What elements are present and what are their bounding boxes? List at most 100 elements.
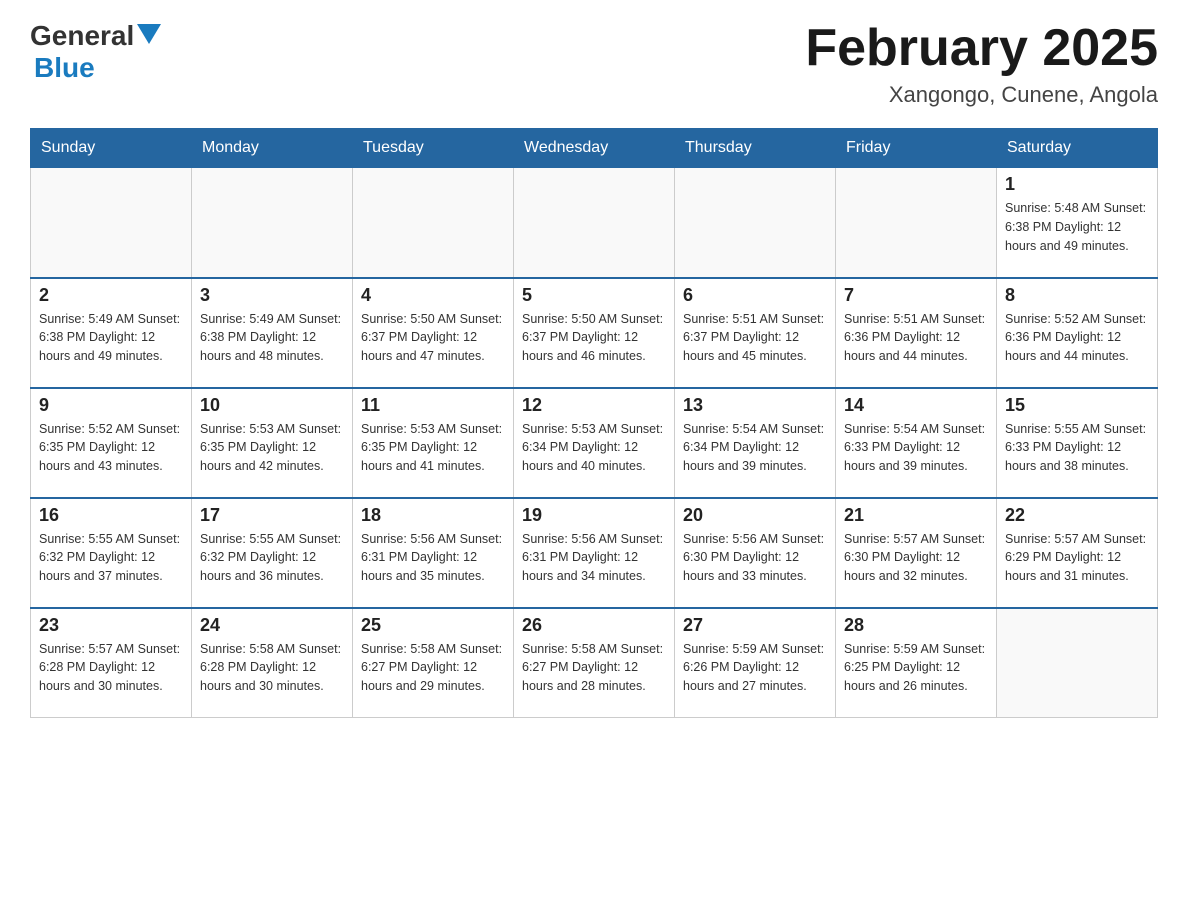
day-info: Sunrise: 5:58 AM Sunset: 6:27 PM Dayligh… xyxy=(361,640,505,696)
table-row: 6 Sunrise: 5:51 AM Sunset: 6:37 PM Daylig… xyxy=(675,278,836,388)
header-monday: Monday xyxy=(192,129,353,168)
table-row xyxy=(675,168,836,278)
header-saturday: Saturday xyxy=(997,129,1158,168)
table-row: 21Sunrise: 5:57 AM Sunset: 6:30 PM Dayli… xyxy=(836,498,997,608)
header-thursday: Thursday xyxy=(675,129,836,168)
day-info: Sunrise: 5:49 AM Sunset: 6:38 PM Dayligh… xyxy=(200,310,344,366)
day-info: Sunrise: 5:53 AM Sunset: 6:34 PM Dayligh… xyxy=(522,420,666,476)
table-row: 11 Sunrise: 5:53 AM Sunset: 6:35 PM Dayli… xyxy=(353,388,514,498)
day-info: Sunrise: 5:54 AM Sunset: 6:34 PM Dayligh… xyxy=(683,420,827,476)
day-info: Sunrise: 5:56 AM Sunset: 6:31 PM Dayligh… xyxy=(522,530,666,586)
day-info: Sunrise: 5:57 AM Sunset: 6:29 PM Dayligh… xyxy=(1005,530,1149,586)
day-info: Sunrise: 5:50 AM Sunset: 6:37 PM Dayligh… xyxy=(522,310,666,366)
day-number: 16 xyxy=(39,505,183,526)
table-row: 28 Sunrise: 5:59 AM Sunset: 6:25 PM Dayli… xyxy=(836,608,997,718)
day-info: Sunrise: 5:54 AM Sunset: 6:33 PM Dayligh… xyxy=(844,420,988,476)
logo: General Blue xyxy=(30,20,161,84)
logo-general-text: General xyxy=(30,20,134,52)
table-row xyxy=(997,608,1158,718)
day-info: Sunrise: 5:53 AM Sunset: 6:35 PM Dayligh… xyxy=(361,420,505,476)
table-row: 26 Sunrise: 5:58 AM Sunset: 6:27 PM Dayli… xyxy=(514,608,675,718)
table-row: 9Sunrise: 5:52 AM Sunset: 6:35 PM Daylig… xyxy=(31,388,192,498)
day-number: 5 xyxy=(522,285,666,306)
header-friday: Friday xyxy=(836,129,997,168)
day-info: Sunrise: 5:53 AM Sunset: 6:35 PM Dayligh… xyxy=(200,420,344,476)
day-number: 6 xyxy=(683,285,827,306)
table-row: 27Sunrise: 5:59 AM Sunset: 6:26 PM Dayli… xyxy=(675,608,836,718)
table-row: 25 Sunrise: 5:58 AM Sunset: 6:27 PM Dayli… xyxy=(353,608,514,718)
day-number: 26 xyxy=(522,615,666,636)
table-row: 17Sunrise: 5:55 AM Sunset: 6:32 PM Dayli… xyxy=(192,498,353,608)
table-row xyxy=(514,168,675,278)
table-row: 8 Sunrise: 5:52 AM Sunset: 6:36 PM Daylig… xyxy=(997,278,1158,388)
day-number: 18 xyxy=(361,505,505,526)
table-row: 4 Sunrise: 5:50 AM Sunset: 6:37 PM Daylig… xyxy=(353,278,514,388)
table-row: 5 Sunrise: 5:50 AM Sunset: 6:37 PM Daylig… xyxy=(514,278,675,388)
day-number: 1 xyxy=(1005,174,1149,195)
location-subtitle: Xangongo, Cunene, Angola xyxy=(805,82,1158,108)
day-info: Sunrise: 5:58 AM Sunset: 6:28 PM Dayligh… xyxy=(200,640,344,696)
day-number: 23 xyxy=(39,615,183,636)
header-sunday: Sunday xyxy=(31,129,192,168)
day-info: Sunrise: 5:57 AM Sunset: 6:30 PM Dayligh… xyxy=(844,530,988,586)
day-info: Sunrise: 5:55 AM Sunset: 6:33 PM Dayligh… xyxy=(1005,420,1149,476)
calendar-week-row: 23Sunrise: 5:57 AM Sunset: 6:28 PM Dayli… xyxy=(31,608,1158,718)
table-row: 24Sunrise: 5:58 AM Sunset: 6:28 PM Dayli… xyxy=(192,608,353,718)
day-info: Sunrise: 5:55 AM Sunset: 6:32 PM Dayligh… xyxy=(39,530,183,586)
day-number: 22 xyxy=(1005,505,1149,526)
day-number: 28 xyxy=(844,615,988,636)
day-number: 2 xyxy=(39,285,183,306)
calendar-table: Sunday Monday Tuesday Wednesday Thursday… xyxy=(30,128,1158,718)
table-row: 7Sunrise: 5:51 AM Sunset: 6:36 PM Daylig… xyxy=(836,278,997,388)
day-info: Sunrise: 5:55 AM Sunset: 6:32 PM Dayligh… xyxy=(200,530,344,586)
day-info: Sunrise: 5:51 AM Sunset: 6:37 PM Dayligh… xyxy=(683,310,827,366)
table-row: 16 Sunrise: 5:55 AM Sunset: 6:32 PM Dayli… xyxy=(31,498,192,608)
table-row: 10 Sunrise: 5:53 AM Sunset: 6:35 PM Dayli… xyxy=(192,388,353,498)
day-number: 11 xyxy=(361,395,505,416)
calendar-week-row: 9Sunrise: 5:52 AM Sunset: 6:35 PM Daylig… xyxy=(31,388,1158,498)
day-number: 4 xyxy=(361,285,505,306)
day-number: 15 xyxy=(1005,395,1149,416)
table-row: 2 Sunrise: 5:49 AM Sunset: 6:38 PM Daylig… xyxy=(31,278,192,388)
header-wednesday: Wednesday xyxy=(514,129,675,168)
logo-arrow-icon xyxy=(137,24,161,44)
day-number: 19 xyxy=(522,505,666,526)
day-number: 3 xyxy=(200,285,344,306)
day-info: Sunrise: 5:59 AM Sunset: 6:25 PM Dayligh… xyxy=(844,640,988,696)
table-row: 12Sunrise: 5:53 AM Sunset: 6:34 PM Dayli… xyxy=(514,388,675,498)
page-header: General Blue February 2025 Xangongo, Cun… xyxy=(30,20,1158,108)
day-info: Sunrise: 5:56 AM Sunset: 6:31 PM Dayligh… xyxy=(361,530,505,586)
day-number: 25 xyxy=(361,615,505,636)
table-row xyxy=(353,168,514,278)
day-info: Sunrise: 5:52 AM Sunset: 6:35 PM Dayligh… xyxy=(39,420,183,476)
day-number: 10 xyxy=(200,395,344,416)
day-info: Sunrise: 5:48 AM Sunset: 6:38 PM Dayligh… xyxy=(1005,199,1149,255)
day-info: Sunrise: 5:50 AM Sunset: 6:37 PM Dayligh… xyxy=(361,310,505,366)
month-title: February 2025 xyxy=(805,20,1158,77)
calendar-week-row: 2 Sunrise: 5:49 AM Sunset: 6:38 PM Daylig… xyxy=(31,278,1158,388)
day-info: Sunrise: 5:58 AM Sunset: 6:27 PM Dayligh… xyxy=(522,640,666,696)
table-row: 18 Sunrise: 5:56 AM Sunset: 6:31 PM Dayli… xyxy=(353,498,514,608)
day-info: Sunrise: 5:59 AM Sunset: 6:26 PM Dayligh… xyxy=(683,640,827,696)
logo-blue-text: Blue xyxy=(34,52,95,83)
table-row xyxy=(836,168,997,278)
day-number: 8 xyxy=(1005,285,1149,306)
day-info: Sunrise: 5:49 AM Sunset: 6:38 PM Dayligh… xyxy=(39,310,183,366)
calendar-week-row: 16 Sunrise: 5:55 AM Sunset: 6:32 PM Dayli… xyxy=(31,498,1158,608)
calendar-week-row: 1 Sunrise: 5:48 AM Sunset: 6:38 PM Daylig… xyxy=(31,168,1158,278)
table-row: 13Sunrise: 5:54 AM Sunset: 6:34 PM Dayli… xyxy=(675,388,836,498)
header-tuesday: Tuesday xyxy=(353,129,514,168)
day-number: 20 xyxy=(683,505,827,526)
table-row: 15 Sunrise: 5:55 AM Sunset: 6:33 PM Dayli… xyxy=(997,388,1158,498)
day-info: Sunrise: 5:52 AM Sunset: 6:36 PM Dayligh… xyxy=(1005,310,1149,366)
table-row xyxy=(192,168,353,278)
table-row: 23Sunrise: 5:57 AM Sunset: 6:28 PM Dayli… xyxy=(31,608,192,718)
table-row: 1 Sunrise: 5:48 AM Sunset: 6:38 PM Daylig… xyxy=(997,168,1158,278)
day-number: 14 xyxy=(844,395,988,416)
table-row: 3 Sunrise: 5:49 AM Sunset: 6:38 PM Daylig… xyxy=(192,278,353,388)
calendar-header-row: Sunday Monday Tuesday Wednesday Thursday… xyxy=(31,129,1158,168)
day-info: Sunrise: 5:56 AM Sunset: 6:30 PM Dayligh… xyxy=(683,530,827,586)
title-block: February 2025 Xangongo, Cunene, Angola xyxy=(805,20,1158,108)
day-info: Sunrise: 5:51 AM Sunset: 6:36 PM Dayligh… xyxy=(844,310,988,366)
table-row xyxy=(31,168,192,278)
